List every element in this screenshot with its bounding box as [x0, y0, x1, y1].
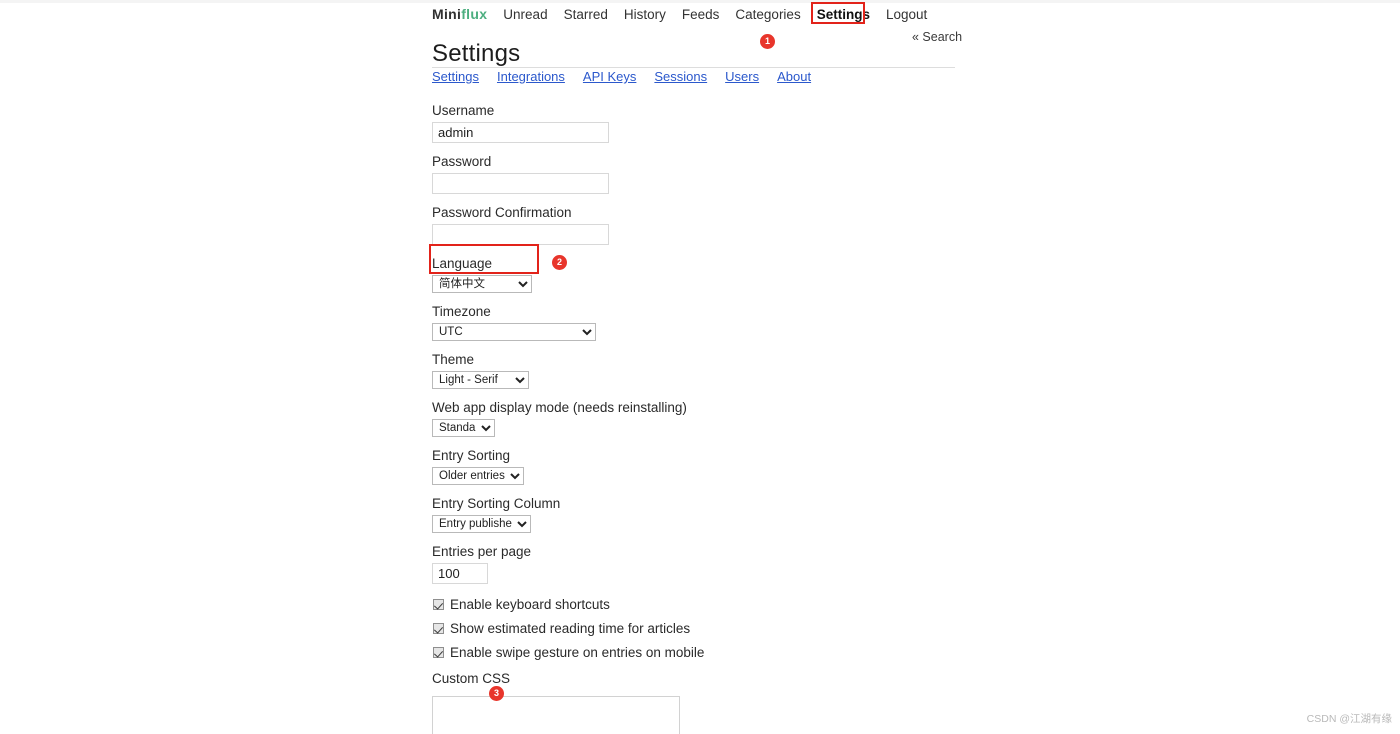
subnav-item-settings[interactable]: Settings	[432, 69, 479, 84]
subnav-item-about[interactable]: About	[777, 69, 811, 84]
page-root: Miniflux Unread Starred History Feeds Categor…	[0, 0, 1400, 734]
password-confirmation-input[interactable]	[432, 224, 609, 245]
label-entry-sorting: Entry Sorting	[432, 448, 992, 464]
checkbox-label-reading-time: Show estimated reading time for articles	[450, 621, 690, 636]
nav-item-history[interactable]: History	[624, 7, 666, 22]
annotation-badge-3: 3	[489, 686, 504, 701]
field-group-entry-sorting: Entry Sorting Older entries firstRecent …	[432, 448, 992, 485]
checkbox-row-reading-time[interactable]: Show estimated reading time for articles	[432, 621, 992, 636]
field-group-theme: Theme Light - SerifLight - Sans SerifDar…	[432, 352, 992, 389]
label-password: Password	[432, 154, 992, 170]
subnav-item-users[interactable]: Users	[725, 69, 759, 84]
search-link[interactable]: « Search	[912, 30, 962, 44]
nav-item-categories[interactable]: Categories	[735, 7, 800, 22]
subnav-item-integrations[interactable]: Integrations	[497, 69, 565, 84]
brand-logo: Miniflux	[432, 6, 487, 22]
password-input[interactable]	[432, 173, 609, 194]
field-group-entries-per-page: Entries per page	[432, 544, 992, 584]
checkbox-reading-time[interactable]	[433, 623, 444, 634]
settings-form: Username Password Password Confirmation …	[432, 103, 992, 734]
checkbox-keyboard-shortcuts[interactable]	[433, 599, 444, 610]
brand-logo-prefix: Mini	[432, 6, 461, 22]
checkbox-row-swipe-gesture[interactable]: Enable swipe gesture on entries on mobil…	[432, 645, 992, 660]
field-group-display-mode: Web app display mode (needs reinstalling…	[432, 400, 992, 437]
field-group-language: Language 简体中文EnglishFrançaisDeutschEspañ…	[432, 256, 992, 293]
nav-item-settings-wrapper: Settings	[817, 7, 886, 22]
checkbox-row-keyboard-shortcuts[interactable]: Enable keyboard shortcuts	[432, 597, 992, 612]
checkbox-swipe-gesture[interactable]	[433, 647, 444, 658]
label-custom-css: Custom CSS	[432, 671, 992, 687]
label-display-mode: Web app display mode (needs reinstalling…	[432, 400, 992, 416]
main-navigation: Miniflux Unread Starred History Feeds Categor…	[432, 6, 943, 22]
nav-item-settings[interactable]: Settings	[817, 7, 870, 22]
timezone-select[interactable]: UTCAmerica/New_YorkEurope/ParisAsia/Shan…	[432, 323, 596, 341]
subnav-item-api-keys[interactable]: API Keys	[583, 69, 636, 84]
checkbox-label-swipe-gesture: Enable swipe gesture on entries on mobil…	[450, 645, 704, 660]
field-group-password-confirmation: Password Confirmation	[432, 205, 992, 245]
entry-sorting-select[interactable]: Older entries firstRecent entries first	[432, 467, 524, 485]
theme-select[interactable]: Light - SerifLight - Sans SerifDark - Se…	[432, 371, 529, 389]
field-group-entry-sorting-column: Entry Sorting Column Entry published tim…	[432, 496, 992, 533]
language-select[interactable]: 简体中文EnglishFrançaisDeutschEspañol日本語	[432, 275, 532, 293]
label-username: Username	[432, 103, 992, 119]
top-strip	[0, 0, 1400, 3]
checkbox-label-keyboard-shortcuts: Enable keyboard shortcuts	[450, 597, 610, 612]
annotation-badge-1: 1	[760, 34, 775, 49]
custom-css-textarea[interactable]	[432, 696, 680, 734]
nav-item-starred[interactable]: Starred	[564, 7, 608, 22]
field-group-timezone: Timezone UTCAmerica/New_YorkEurope/Paris…	[432, 304, 992, 341]
custom-css-wrapper	[432, 696, 992, 734]
label-entry-sorting-column: Entry Sorting Column	[432, 496, 992, 512]
label-password-confirmation: Password Confirmation	[432, 205, 992, 221]
label-theme: Theme	[432, 352, 992, 368]
subnav-item-sessions[interactable]: Sessions	[654, 69, 707, 84]
nav-item-logout[interactable]: Logout	[886, 7, 927, 22]
nav-item-feeds[interactable]: Feeds	[682, 7, 720, 22]
entries-per-page-input[interactable]	[432, 563, 488, 584]
field-group-password: Password	[432, 154, 992, 194]
username-input[interactable]	[432, 122, 609, 143]
nav-item-unread[interactable]: Unread	[503, 7, 547, 22]
annotation-badge-2: 2	[552, 255, 567, 270]
label-entries-per-page: Entries per page	[432, 544, 992, 560]
page-title: Settings	[432, 40, 520, 68]
entry-sorting-column-select[interactable]: Entry published timeEntry created time	[432, 515, 531, 533]
display-mode-select[interactable]: StandaloneFullscreenMinimal UIBrowser	[432, 419, 495, 437]
field-group-username: Username	[432, 103, 992, 143]
field-group-custom-css: Custom CSS	[432, 671, 992, 734]
settings-subnav: Settings Integrations API Keys Sessions User…	[432, 68, 829, 86]
watermark: CSDN @江湖有缘	[1307, 711, 1392, 726]
brand-logo-suffix: flux	[461, 6, 487, 22]
label-timezone: Timezone	[432, 304, 992, 320]
label-language: Language	[432, 256, 992, 272]
